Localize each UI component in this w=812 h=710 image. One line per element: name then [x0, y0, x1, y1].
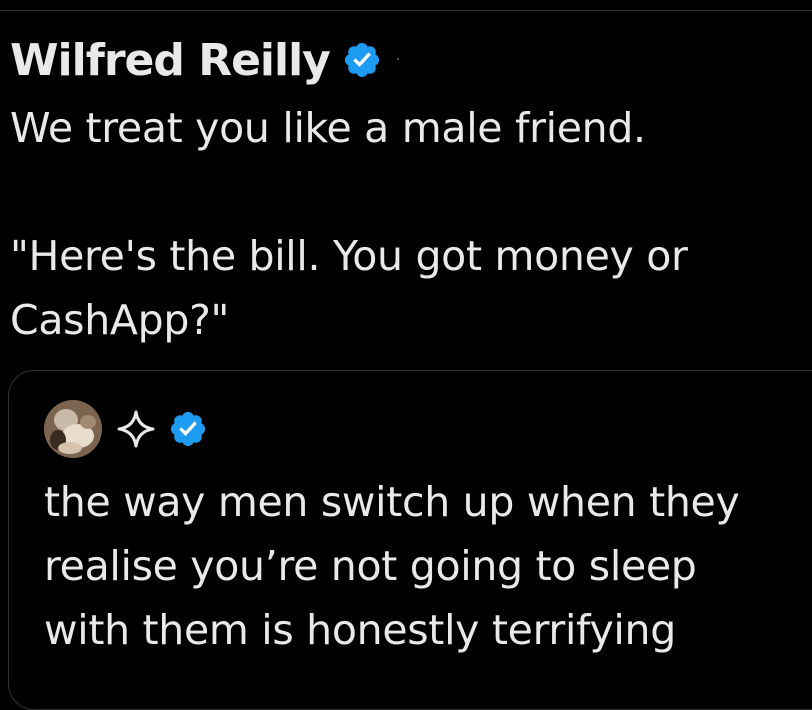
- tweet-text: We treat you like a male friend. "Here's…: [10, 104, 688, 344]
- quote-tweet-text: the way men switch up when they realise …: [44, 478, 740, 654]
- tweet-header: Wilfred Reilly ·: [10, 32, 400, 88]
- verified-badge-icon[interactable]: [342, 40, 382, 80]
- verified-badge-icon[interactable]: [168, 409, 208, 449]
- quote-tweet-header: [44, 400, 208, 458]
- avatar[interactable]: [44, 400, 102, 458]
- author-name[interactable]: Wilfred Reilly: [10, 35, 331, 86]
- sparkle-icon: [116, 409, 156, 449]
- top-divider: [0, 10, 812, 11]
- separator-dot: ·: [395, 52, 401, 68]
